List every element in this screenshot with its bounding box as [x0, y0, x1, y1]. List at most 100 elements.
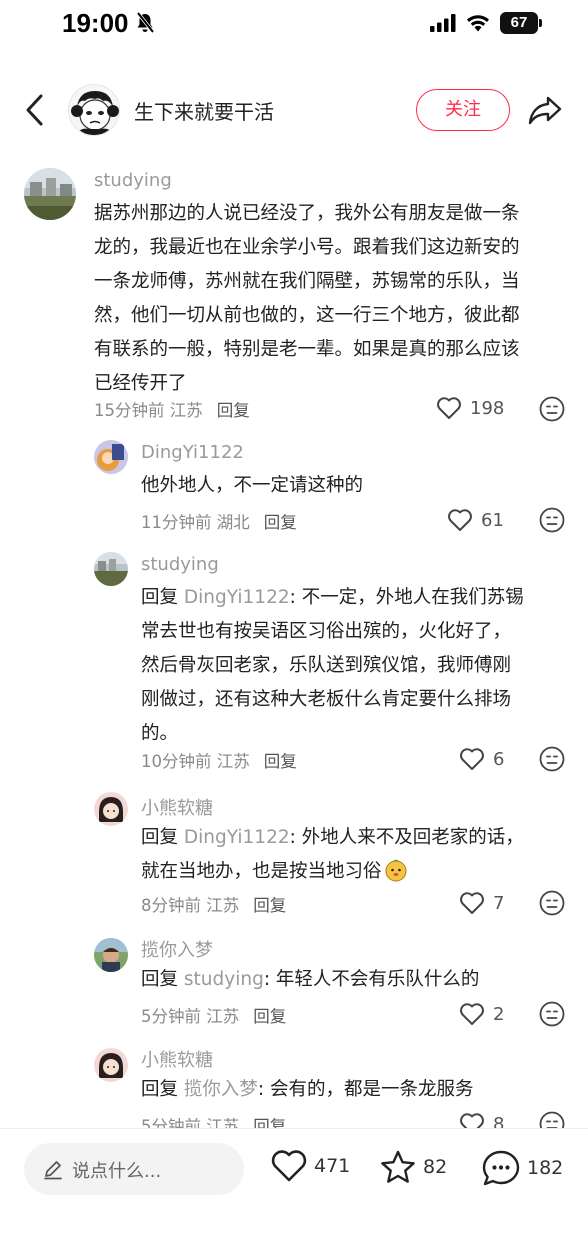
reply-button[interactable]: 回复	[253, 1007, 286, 1026]
emoji-react-icon[interactable]	[539, 1001, 565, 1027]
comment-text-line: 就在当地办，也是按当地习俗	[141, 855, 573, 894]
like-post-count: 471	[314, 1155, 351, 1177]
comment-text-line: 据苏州那边的人说已经没了，我外公有朋友是做一条	[94, 203, 520, 224]
mention-link[interactable]: DingYi1122	[184, 587, 290, 608]
emoji-react-icon[interactable]	[539, 890, 565, 916]
comment-text-line: 回复 揽你入梦: 会有的，都是一条龙服务	[141, 1073, 573, 1107]
comment-text-segment: : 会有的，都是一条龙服务	[257, 1079, 474, 1100]
comment-text-line: 回复 DingYi1122: 不一定，外地人在我们苏锡	[141, 581, 573, 615]
avatar[interactable]	[94, 792, 128, 826]
status-icons: 67	[430, 12, 542, 34]
like-button[interactable]: 61	[447, 508, 504, 532]
comment-username[interactable]: 小熊软糖	[141, 1046, 213, 1072]
like-count: 198	[470, 397, 505, 419]
status-time: 19:00	[62, 8, 155, 41]
battery-indicator: 67	[500, 12, 542, 34]
mention-link[interactable]: 揽你入梦	[184, 1079, 258, 1100]
avatar[interactable]	[94, 552, 128, 586]
reply-button[interactable]: 回复	[264, 752, 297, 771]
comment-text: 回复 DingYi1122: 不一定，外地人在我们苏锡 常去世也有按吴语区习俗出…	[141, 581, 573, 751]
emoji-react-icon[interactable]	[539, 746, 565, 772]
reply-item: 揽你入梦 回复 studying: 年轻人不会有乐队什么的 5分钟前 江苏 回复 …	[0, 932, 588, 1038]
comment-item: studying 据苏州那边的人说已经没了，我外公有朋友是做一条 龙的，我最近也…	[0, 160, 588, 428]
mention-link[interactable]: DingYi1122	[184, 827, 290, 848]
like-button[interactable]: 2	[459, 1002, 504, 1026]
comment-username[interactable]: 小熊软糖	[141, 794, 213, 820]
heart-icon	[437, 397, 461, 419]
comment-count-button[interactable]: 182	[481, 1149, 563, 1187]
comment-text-segment: : 外地人来不及回老家的话，	[289, 827, 524, 848]
like-button[interactable]: 6	[459, 747, 504, 771]
emoji-sticker-icon	[384, 858, 408, 894]
avatar[interactable]	[94, 1048, 128, 1082]
like-post-button[interactable]: 471	[270, 1149, 350, 1183]
avatar[interactable]	[24, 168, 76, 220]
comment-meta: 10分钟前 江苏 回复	[141, 748, 297, 772]
comment-text-segment: 就在当地办，也是按当地习俗	[141, 861, 382, 882]
reply-item: studying 回复 DingYi1122: 不一定，外地人在我们苏锡 常去世…	[0, 544, 588, 780]
wifi-icon	[467, 15, 489, 32]
bottom-action-bar: 说点什么... 471 82 182	[0, 1128, 588, 1256]
comment-time-location: 5分钟前 江苏	[141, 1117, 240, 1128]
heart-icon	[460, 748, 484, 770]
like-count: 61	[481, 509, 504, 531]
comment-username[interactable]: DingYi1122	[141, 442, 244, 463]
comment-text-line: 龙的，我最近也在业余学小号。跟着我们这边新安的	[94, 237, 520, 258]
heart-icon	[460, 892, 484, 914]
comment-username[interactable]: 揽你入梦	[141, 936, 213, 962]
comment-meta: 5分钟前 江苏 回复	[141, 1003, 286, 1027]
back-icon[interactable]	[20, 92, 50, 128]
pen-icon	[44, 1161, 62, 1180]
comment-time-location: 11分钟前 湖北	[141, 513, 250, 532]
comment-username[interactable]: studying	[94, 170, 172, 191]
comment-text-segment: : 不一定，外地人在我们苏锡	[289, 587, 524, 608]
reply-prefix: 回复	[141, 969, 184, 990]
author-avatar[interactable]	[68, 84, 120, 136]
heart-icon	[448, 509, 472, 531]
comment-text-line: 刚做过，还有这种大老板什么肯定要什么排场	[141, 689, 512, 710]
comment-time-location: 5分钟前 江苏	[141, 1007, 240, 1026]
signal-icon	[430, 14, 456, 32]
comment-text: 据苏州那边的人说已经没了，我外公有朋友是做一条 龙的，我最近也在业余学小号。跟着…	[94, 197, 574, 401]
comment-text: 回复 studying: 年轻人不会有乐队什么的	[141, 963, 573, 997]
comment-meta: 15分钟前 江苏 回复	[94, 397, 250, 421]
author-name[interactable]: 生下来就要干活	[134, 96, 274, 125]
avatar[interactable]	[94, 938, 128, 972]
avatar[interactable]	[94, 440, 128, 474]
like-count: 7	[493, 892, 505, 914]
follow-button[interactable]: 关注	[416, 89, 510, 131]
like-button[interactable]: 8	[459, 1112, 504, 1128]
comment-list: studying 据苏州那边的人说已经没了，我外公有朋友是做一条 龙的，我最近也…	[0, 160, 588, 1128]
comment-text-segment: : 年轻人不会有乐队什么的	[263, 969, 480, 990]
comment-input[interactable]: 说点什么...	[24, 1143, 244, 1195]
mention-link[interactable]: studying	[184, 969, 264, 990]
comment-text-line: 然后骨灰回老家，乐队送到殡仪馆，我师傅刚	[141, 655, 512, 676]
collect-button[interactable]: 82	[379, 1149, 447, 1185]
comment-username[interactable]: studying	[141, 554, 219, 575]
like-button[interactable]: 7	[459, 891, 504, 915]
reply-item: 小熊软糖 回复 揽你入梦: 会有的，都是一条龙服务 5分钟前 江苏 回复 8	[0, 1042, 588, 1128]
heart-icon	[460, 1113, 484, 1128]
comment-bubble-icon	[482, 1150, 520, 1186]
reply-prefix: 回复	[141, 587, 184, 608]
emoji-react-icon[interactable]	[539, 507, 565, 533]
emoji-react-icon[interactable]	[539, 396, 565, 422]
reply-button[interactable]: 回复	[253, 896, 286, 915]
like-count: 8	[493, 1113, 505, 1129]
status-bar: 19:00 67	[0, 0, 588, 50]
share-icon[interactable]	[527, 92, 563, 128]
reply-button[interactable]: 回复	[217, 401, 250, 420]
comment-text-line: 常去世也有按吴语区习俗出殡的，火化好了，	[141, 621, 512, 642]
comment-time-location: 8分钟前 江苏	[141, 896, 240, 915]
reply-button[interactable]: 回复	[253, 1117, 286, 1128]
comment-text-line: 的。	[141, 723, 179, 744]
clock-text: 19:00	[62, 8, 129, 38]
comment-text-line: 有联系的一般，特别是老一辈。如果是真的那么应该	[94, 339, 520, 360]
like-button[interactable]: 198	[436, 396, 504, 420]
comment-meta: 11分钟前 湖北 回复	[141, 509, 297, 533]
reply-button[interactable]: 回复	[264, 513, 297, 532]
comment-time-location: 10分钟前 江苏	[141, 752, 250, 771]
like-count: 6	[493, 748, 505, 770]
emoji-react-icon[interactable]	[539, 1111, 565, 1128]
comment-text-line: 然，他们一切从前也做的，这一行三个地方，彼此都	[94, 305, 520, 326]
